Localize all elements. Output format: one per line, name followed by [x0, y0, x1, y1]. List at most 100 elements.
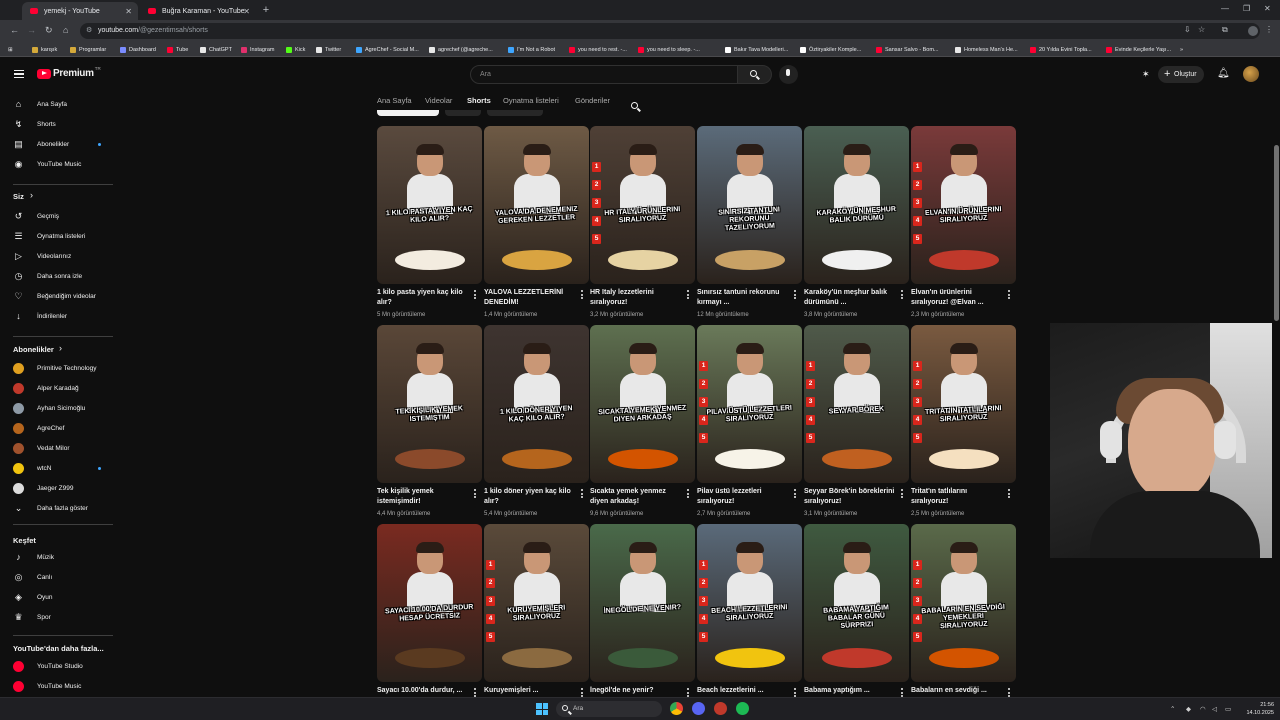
- short-thumbnail[interactable]: 1 2 3 4 5 Elvan'ın ürünlerini sıralıyoruz: [911, 126, 1016, 284]
- minimize-icon[interactable]: —: [1221, 4, 1229, 13]
- short-card[interactable]: 1 2 3 4 5 Elvan'ın ürünlerini sıralıyoruz Elva…: [911, 126, 1016, 322]
- youtube-premium-logo[interactable]: Premium TR: [37, 66, 101, 79]
- discord-app-icon[interactable]: [692, 702, 705, 715]
- search-button[interactable]: [738, 65, 772, 84]
- sidebar-item[interactable]: ♛ Spor: [0, 607, 118, 627]
- short-title[interactable]: Tek kişilik yemek istemişimdir!: [377, 487, 469, 507]
- more-options-icon[interactable]: [901, 489, 904, 499]
- notifications-bell-icon[interactable]: 🔔︎: [1217, 68, 1230, 79]
- short-title[interactable]: 1 kilo pasta yiyen kaç kilo alır?: [377, 288, 469, 308]
- short-card[interactable]: 1 kilo pasta yiyen kaç kilo alır? 1 kilo …: [377, 126, 482, 322]
- more-options-icon[interactable]: [794, 489, 797, 499]
- more-options-icon[interactable]: [1008, 290, 1011, 300]
- close-tab-icon[interactable]: ✕: [243, 7, 250, 16]
- short-card[interactable]: Tek kişilik yemek istemiştim Tek kişilik …: [377, 325, 482, 521]
- short-title[interactable]: Sıcakta yemek yenmez diyen arkadaş!: [590, 487, 682, 507]
- browser-tab-active[interactable]: yemekj - YouTube ✕: [22, 2, 138, 20]
- filter-chip[interactable]: [487, 110, 543, 116]
- avatar[interactable]: [1243, 66, 1259, 82]
- sidebar-item[interactable]: ◉ YouTube Music: [0, 154, 118, 174]
- short-card[interactable]: 1 2 3 4 5 HR Italy ürünlerini sıralıyoruz HR I…: [590, 126, 695, 322]
- short-thumbnail[interactable]: 1 2 3 4 5 HR Italy ürünlerini sıralıyoruz: [590, 126, 695, 284]
- browser-menu-icon[interactable]: ⋮: [1265, 25, 1273, 34]
- short-title[interactable]: Seyyar Börek'in böreklerini sıralıyoruz!: [804, 487, 896, 507]
- sidebar-item[interactable]: ↺ Geçmiş: [0, 206, 118, 226]
- short-thumbnail[interactable]: İnegöl'de ne yenir?: [590, 524, 695, 682]
- browser-tab[interactable]: Buğra Karaman - YouTube ✕: [140, 2, 256, 20]
- bookmark-star-icon[interactable]: ☆: [1198, 25, 1205, 34]
- system-clock[interactable]: 21:56 14.10.2025: [1238, 701, 1274, 717]
- sidebar-item[interactable]: wtcN: [0, 458, 118, 478]
- short-title[interactable]: Karaköy'ün meşhur balık dürümünü ...: [804, 288, 896, 308]
- bookmark-item[interactable]: Evinde Keçilerle Yaşı...: [1106, 44, 1171, 55]
- section-header-subscriptions[interactable]: Abonelikler: [13, 345, 54, 354]
- short-thumbnail[interactable]: Sayacı 10.00'da durdur hesap ücretsiz: [377, 524, 482, 682]
- site-info-icon[interactable]: ⚙: [86, 23, 92, 39]
- create-button[interactable]: Oluştur: [1158, 66, 1204, 83]
- tray-app-icon[interactable]: ◆: [1186, 705, 1191, 713]
- short-title[interactable]: HR Italy lezzetlerini sıralıyoruz!: [590, 288, 682, 308]
- extensions-icon[interactable]: ⧉: [1222, 25, 1228, 35]
- battery-icon[interactable]: ▭: [1225, 705, 1231, 713]
- restore-icon[interactable]: ❐: [1243, 4, 1250, 13]
- apps-icon[interactable]: ⊞: [8, 44, 13, 55]
- cast-icon[interactable]: ✶: [1142, 69, 1150, 80]
- short-title[interactable]: 1 kilo döner yiyen kaç kilo alır?: [484, 487, 576, 507]
- sidebar-item[interactable]: ↓ İndirilenler: [0, 306, 118, 326]
- sidebar-item[interactable]: Vedat Milor: [0, 438, 118, 458]
- short-thumbnail[interactable]: 1 2 3 4 5 Beach lezzetlerini sıralıyoruz: [697, 524, 802, 682]
- install-icon[interactable]: ⇩: [1184, 25, 1191, 34]
- more-options-icon[interactable]: [794, 290, 797, 300]
- tab-4[interactable]: Gönderiler: [575, 96, 610, 105]
- url-field[interactable]: ⚙ youtube.com/@gezentimsah/shorts: [80, 23, 1260, 39]
- voice-search-icon[interactable]: [779, 65, 798, 84]
- spotify-app-icon[interactable]: [736, 702, 749, 715]
- short-card[interactable]: 1 kilo döner yiyen kaç kilo alır? 1 kilo …: [484, 325, 589, 521]
- short-card[interactable]: 1 2 3 4 5 Tritat'ın tatlılarını sıralıyoruz Tr…: [911, 325, 1016, 521]
- more-options-icon[interactable]: [1008, 489, 1011, 499]
- section-header-more-from-youtube[interactable]: YouTube'dan daha fazla...: [13, 644, 104, 653]
- short-card[interactable]: Babama yaptığım Babalar Günü sürprizi Bab…: [804, 524, 909, 697]
- sidebar-item[interactable]: Primitive Technology: [0, 358, 118, 378]
- sidebar-item[interactable]: ↯ Shorts: [0, 114, 118, 134]
- close-tab-icon[interactable]: ✕: [125, 7, 132, 16]
- short-thumbnail[interactable]: Karaköy'ün meşhur balık dürümü: [804, 126, 909, 284]
- volume-icon[interactable]: ◁: [1212, 705, 1217, 713]
- bookmark-item[interactable]: AgreChef - Social M...: [356, 44, 419, 55]
- short-card[interactable]: 1 2 3 4 5 Pilav üstü lezzetleri sıralıyoruz Pi…: [697, 325, 802, 521]
- short-thumbnail[interactable]: Sınırsız tantuni rekorunu tazeliyorum: [697, 126, 802, 284]
- bookmark-item[interactable]: 20 Yılda Evini Topla...: [1030, 44, 1092, 55]
- bookmark-item[interactable]: Bakır Tava Modelleri...: [725, 44, 788, 55]
- short-thumbnail[interactable]: 1 2 3 4 5 Kuruyemişleri sıralıyoruz: [484, 524, 589, 682]
- bookmark-item[interactable]: I'm Not a Robot: [508, 44, 555, 55]
- sidebar-item[interactable]: YouTube Music: [0, 676, 118, 696]
- short-thumbnail[interactable]: Sıcakta yemek yenmez diyen arkadaş: [590, 325, 695, 483]
- more-options-icon[interactable]: [581, 489, 584, 499]
- back-icon[interactable]: ←: [10, 25, 19, 35]
- chrome-app-icon[interactable]: [670, 702, 683, 715]
- tab-0[interactable]: Ana Sayfa: [377, 96, 412, 105]
- bookmark-item[interactable]: Kick: [286, 44, 305, 55]
- bookmark-item[interactable]: Homeless Man's He...: [955, 44, 1018, 55]
- sidebar-item[interactable]: ♪ Müzik: [0, 547, 118, 567]
- all-bookmarks-icon[interactable]: »: [1180, 44, 1183, 55]
- short-title[interactable]: Elvan'ın ürünlerini sıralıyoruz! @Elvan …: [911, 288, 1003, 308]
- sidebar-item[interactable]: ⌄ Daha fazla göster: [0, 498, 118, 518]
- tray-chevron-icon[interactable]: ⌃: [1170, 705, 1175, 713]
- sidebar-item[interactable]: ▷ Videolarınız: [0, 246, 118, 266]
- more-options-icon[interactable]: [687, 489, 690, 499]
- short-thumbnail[interactable]: 1 kilo döner yiyen kaç kilo alır?: [484, 325, 589, 483]
- home-browser-icon[interactable]: ⌂: [63, 25, 68, 35]
- more-options-icon[interactable]: [687, 290, 690, 300]
- sidebar-item[interactable]: ◎ Canlı: [0, 567, 118, 587]
- reload-icon[interactable]: ↻: [45, 25, 53, 36]
- short-thumbnail[interactable]: 1 2 3 4 5 Babaların en sevdiği yemekleri sıra…: [911, 524, 1016, 682]
- sidebar-item[interactable]: AgreChef: [0, 418, 118, 438]
- short-card[interactable]: İnegöl'de ne yenir? İnegöl'de ne yenir?: [590, 524, 695, 697]
- short-thumbnail[interactable]: Babama yaptığım Babalar Günü sürprizi: [804, 524, 909, 682]
- sidebar-item[interactable]: ⌂ Ana Sayfa: [0, 94, 118, 114]
- forward-icon[interactable]: →: [27, 25, 36, 35]
- bookmark-item[interactable]: Sansar Salvo - Bom...: [876, 44, 939, 55]
- short-card[interactable]: 1 2 3 4 5 Beach lezzetlerini sıralıyoruz Beach…: [697, 524, 802, 697]
- bookmark-item[interactable]: agrechef (@agreche...: [429, 44, 493, 55]
